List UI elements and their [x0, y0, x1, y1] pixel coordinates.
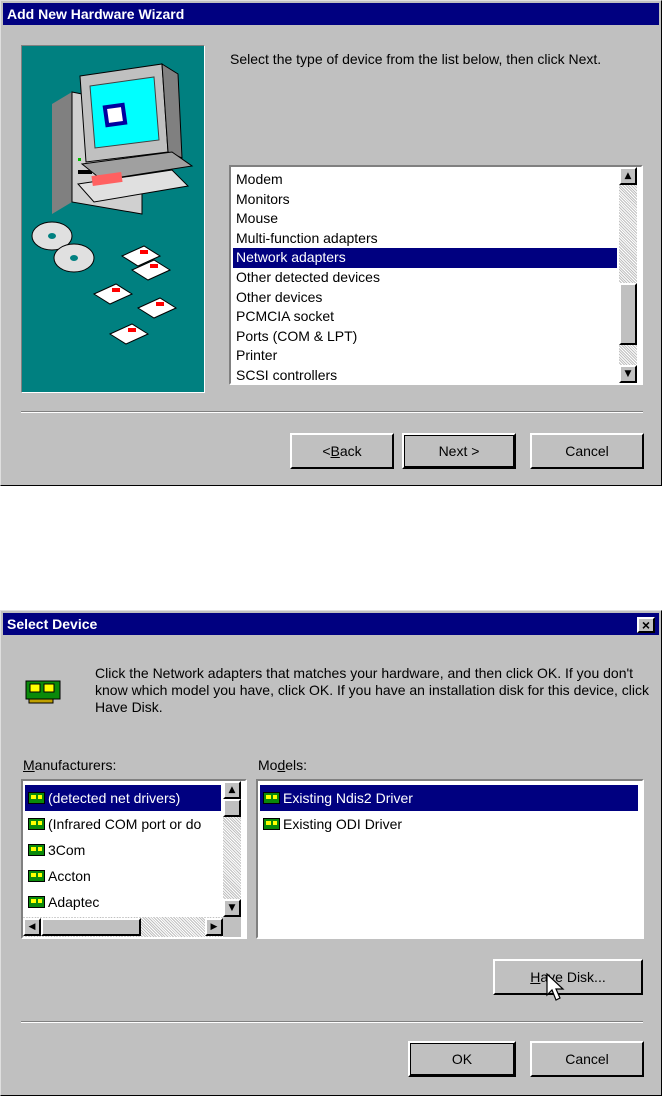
list-item-label: Accton: [48, 868, 91, 884]
network-card-icon: [263, 818, 280, 830]
list-item[interactable]: Monitors: [233, 190, 617, 210]
models-label-post: els:: [285, 757, 308, 773]
wizard-cancel-label: Cancel: [565, 443, 609, 459]
list-item-label: Monitors: [236, 190, 290, 207]
select-device-title: Select Device: [7, 616, 98, 632]
list-item[interactable]: Multi-function adapters: [233, 229, 617, 249]
device-type-listbox[interactable]: Modem Monitors Mouse Multi-function adapter…: [229, 165, 643, 385]
select-device-separator: [21, 1021, 643, 1023]
list-item-label: (Infrared COM port or do: [48, 816, 202, 832]
wizard-illustration: [21, 45, 205, 393]
models-listbox[interactable]: Existing Ndis2 Driver Existing ODI Driver: [256, 779, 644, 939]
manufacturers-vscroll-thumb[interactable]: [223, 799, 241, 817]
list-item[interactable]: Printer: [233, 346, 617, 366]
next-button-label: Next >: [438, 443, 480, 459]
manufacturers-label: Manufacturers:: [23, 757, 116, 774]
list-item-label: Multi-function adapters: [236, 229, 378, 246]
have-disk-button[interactable]: Have Disk...: [493, 959, 643, 995]
manufacturers-listbox[interactable]: (detected net drivers) (Infrared COM port…: [21, 779, 247, 939]
list-item-label: Adaptec: [48, 894, 100, 910]
computer-and-disks-icon: [31, 63, 194, 345]
list-item[interactable]: 3Com: [25, 837, 221, 863]
list-item[interactable]: PCMCIA socket: [233, 307, 617, 327]
ok-button-label: OK: [451, 1051, 473, 1067]
list-item-label: (detected net drivers): [48, 790, 181, 806]
back-button-post: ack: [339, 443, 362, 459]
next-button[interactable]: Next >: [402, 433, 516, 469]
list-item-label: Network adapters: [236, 249, 346, 266]
wizard-instruction: Select the type of device from the list …: [230, 51, 602, 67]
list-item[interactable]: Accton: [25, 863, 221, 889]
network-card-icon: [28, 896, 45, 908]
network-card-icon: [28, 870, 45, 882]
network-card-icon: [263, 792, 280, 804]
list-item-label: Printer: [236, 347, 278, 364]
back-button[interactable]: < Back: [290, 433, 394, 469]
select-device-titlebar[interactable]: Select Device: [3, 613, 659, 635]
models-list: Existing Ndis2 Driver Existing ODI Driver: [260, 785, 638, 837]
manufacturers-list: (detected net drivers) (Infrared COM port…: [25, 785, 221, 915]
wizard-title: Add New Hardware Wizard: [7, 6, 185, 22]
models-label: Models:: [258, 757, 307, 774]
list-item-label: Other detected devices: [236, 268, 380, 285]
wizard-separator: [21, 411, 643, 413]
list-item-label: SCSI controllers: [236, 366, 338, 383]
network-adapter-icon: [25, 679, 61, 709]
list-item[interactable]: (detected net drivers): [25, 785, 221, 811]
manufacturers-scroll-down-button[interactable]: ▼: [223, 899, 241, 917]
list-item[interactable]: Ports (COM & LPT): [233, 327, 617, 347]
manufacturers-hscrollbar[interactable]: ◀ ▶: [23, 917, 223, 937]
list-item[interactable]: Other detected devices: [233, 268, 617, 288]
list-item[interactable]: Existing ODI Driver: [260, 811, 638, 837]
network-card-icon: [28, 818, 45, 830]
select-device-cancel-button[interactable]: Cancel: [530, 1041, 644, 1077]
list-item[interactable]: Modem: [233, 170, 617, 190]
scroll-down-button[interactable]: ▼: [619, 365, 637, 383]
list-item[interactable]: Mouse: [233, 209, 617, 229]
manufacturers-scroll-up-button[interactable]: ▲: [223, 781, 241, 799]
close-button[interactable]: ×: [637, 617, 655, 633]
network-card-icon: [28, 844, 45, 856]
select-device-dialog: Select Device × Click the Network adapte…: [0, 610, 662, 1096]
list-item-label: Other devices: [236, 288, 323, 305]
manufacturers-scroll-left-button[interactable]: ◀: [23, 918, 41, 936]
mouse-cursor-icon: [545, 972, 565, 1007]
manufacturers-label-key: M: [23, 757, 35, 773]
select-device-instruction: Click the Network adapters that matches …: [95, 665, 650, 715]
close-icon: ×: [641, 617, 651, 633]
models-label-pre: Mo: [258, 757, 278, 773]
manufacturers-label-rest: anufacturers:: [34, 757, 117, 773]
list-item[interactable]: SCSI controllers: [233, 366, 617, 383]
manufacturers-vscrollbar[interactable]: ▲ ▼: [223, 781, 241, 917]
list-item[interactable]: Other devices: [233, 288, 617, 308]
list-item[interactable]: Network adapters: [233, 248, 617, 268]
device-list-scrollbar[interactable]: ▲ ▼: [619, 167, 637, 383]
device-type-list: Modem Monitors Mouse Multi-function adapter…: [233, 170, 617, 383]
list-item-label: Existing ODI Driver: [283, 816, 403, 832]
wizard-cancel-button[interactable]: Cancel: [530, 433, 644, 469]
list-item-label: Modem: [236, 171, 283, 187]
select-device-cancel-label: Cancel: [565, 1051, 609, 1067]
ok-button[interactable]: OK: [408, 1041, 516, 1077]
list-item-label: 3Com: [48, 842, 86, 858]
list-item[interactable]: Existing Ndis2 Driver: [260, 785, 638, 811]
list-item-label: PCMCIA socket: [236, 308, 335, 325]
scroll-thumb[interactable]: [619, 283, 637, 345]
scroll-up-button[interactable]: ▲: [619, 167, 637, 185]
back-button-key: B: [330, 443, 340, 459]
manufacturers-hscroll-thumb[interactable]: [41, 918, 141, 936]
manufacturers-scroll-right-button[interactable]: ▶: [205, 918, 223, 936]
list-item[interactable]: (Infrared COM port or do: [25, 811, 221, 837]
have-disk-key: H: [530, 969, 541, 985]
list-item-label: Ports (COM & LPT): [236, 327, 358, 344]
network-card-icon: [28, 792, 45, 804]
scrollbar-corner: [223, 917, 241, 937]
add-new-hardware-wizard-dialog: Add New Hardware Wizard Select the type …: [0, 0, 662, 486]
list-item[interactable]: Adaptec: [25, 889, 221, 915]
wizard-titlebar[interactable]: Add New Hardware Wizard: [3, 3, 659, 25]
list-item-label: Mouse: [236, 210, 279, 227]
back-button-pre: <: [322, 443, 331, 459]
list-item-label: Existing Ndis2 Driver: [283, 790, 413, 806]
